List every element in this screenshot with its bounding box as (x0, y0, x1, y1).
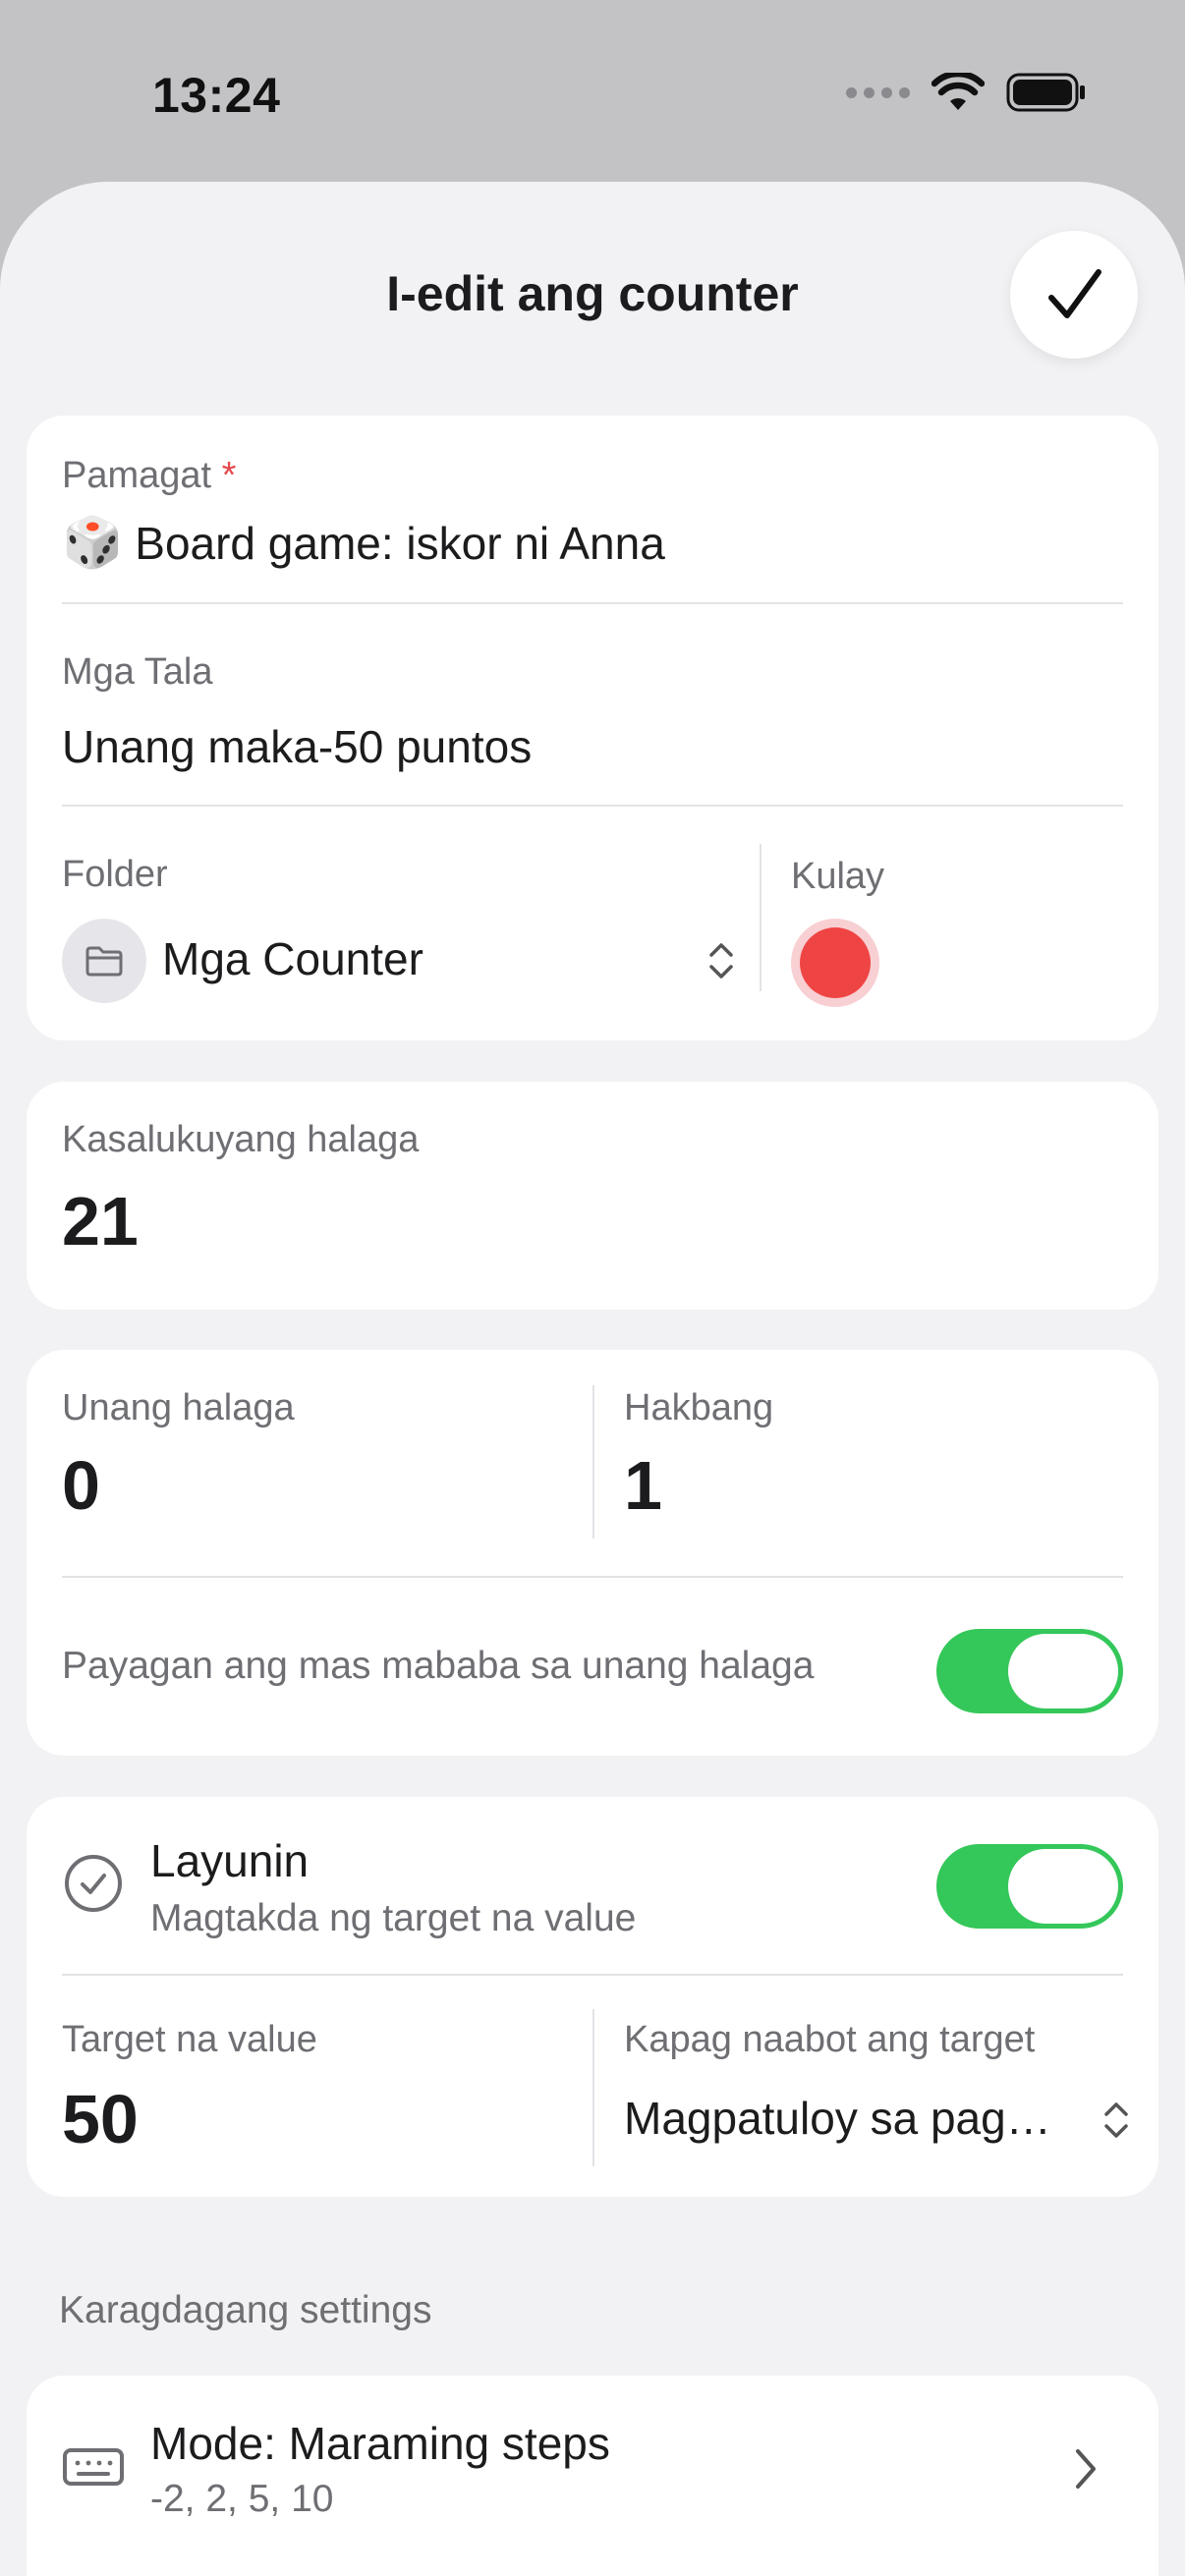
chevron-up-down-icon (709, 943, 733, 979)
chevron-right-icon (1076, 2449, 1096, 2489)
goal-title: Layunin (150, 1835, 310, 1886)
color-swatch[interactable] (791, 919, 879, 1007)
title-label: Pamagat * (62, 455, 237, 496)
status-icons (846, 73, 1087, 112)
edit-counter-sheet: I-edit ang counter Pamagat * 🎲 Board gam… (0, 182, 1185, 2576)
target-value-field[interactable]: 50 (62, 2080, 139, 2158)
goal-check-circle-icon (65, 1855, 122, 1912)
folder-value: Mga Counter (162, 933, 423, 984)
initial-value-field[interactable]: 0 (62, 1446, 100, 1525)
on-reach-picker[interactable]: Magpatuloy sa pag… (624, 2082, 1145, 2160)
divider (760, 844, 762, 991)
cellular-signal-icon (846, 86, 910, 98)
allow-below-initial-label: Payagan ang mas mababa sa unang halaga (62, 1645, 815, 1687)
folder-picker[interactable]: Mga Counter (62, 919, 740, 1003)
chevron-up-down-icon (1104, 2102, 1128, 2138)
initial-value-label: Unang halaga (62, 1387, 295, 1428)
divider (62, 1576, 1123, 1578)
done-button[interactable] (1010, 231, 1138, 359)
title-value: Board game: iskor ni Anna (135, 517, 665, 569)
goal-toggle[interactable] (936, 1844, 1123, 1929)
checkmark-icon (1048, 269, 1101, 318)
current-value-card: Kasalukuyang halaga 21 (27, 1082, 1158, 1310)
mode-subtitle: -2, 2, 5, 10 (150, 2478, 334, 2520)
folder-icon (85, 946, 123, 977)
color-label: Kulay (791, 856, 885, 897)
notes-label: Mga Tala (62, 651, 213, 693)
on-reach-value: Magpatuloy sa pag… (624, 2093, 1051, 2144)
battery-icon (1006, 73, 1085, 112)
folder-icon-badge (62, 919, 146, 1003)
allow-below-initial-toggle[interactable] (936, 1629, 1123, 1713)
dice-emoji-icon: 🎲 (62, 515, 124, 570)
current-value-label: Kasalukuyang halaga (62, 1119, 420, 1160)
divider (62, 1974, 1123, 1976)
divider (62, 805, 1123, 807)
step-label: Hakbang (624, 1387, 774, 1428)
on-reach-label: Kapag naabot ang target (624, 2019, 1036, 2060)
wifi-icon (931, 73, 985, 110)
divider (62, 602, 1123, 604)
goal-card: Layunin Magtakda ng target na value Targ… (27, 1797, 1158, 2197)
target-value-label: Target na value (62, 2019, 317, 2060)
keyboard-icon (63, 2448, 124, 2486)
sheet-title: I-edit ang counter (386, 266, 799, 321)
title-field[interactable]: 🎲 Board game: iskor ni Anna (62, 514, 665, 572)
divider (592, 1385, 594, 1539)
divider (592, 2009, 594, 2166)
goal-subtitle: Magtakda ng target na value (150, 1897, 637, 1939)
mode-title: Mode: Maraming steps (150, 2418, 610, 2469)
current-value-field[interactable]: 21 (62, 1182, 139, 1260)
folder-label: Folder (62, 854, 168, 895)
status-bar: 13:24 (0, 0, 1185, 187)
mode-row[interactable]: Mode: Maraming steps -2, 2, 5, 10 (27, 2376, 1158, 2576)
values-card: Unang halaga 0 Hakbang 1 Payagan ang mas… (27, 1350, 1158, 1756)
required-mark: * (221, 455, 237, 496)
step-field[interactable]: 1 (624, 1446, 662, 1525)
additional-settings-label: Karagdagang settings (59, 2289, 432, 2331)
details-card: Pamagat * 🎲 Board game: iskor ni Anna Mg… (27, 416, 1158, 1040)
notes-field[interactable]: Unang maka-50 puntos (62, 720, 532, 773)
color-dot (800, 927, 871, 998)
status-time: 13:24 (152, 68, 281, 123)
